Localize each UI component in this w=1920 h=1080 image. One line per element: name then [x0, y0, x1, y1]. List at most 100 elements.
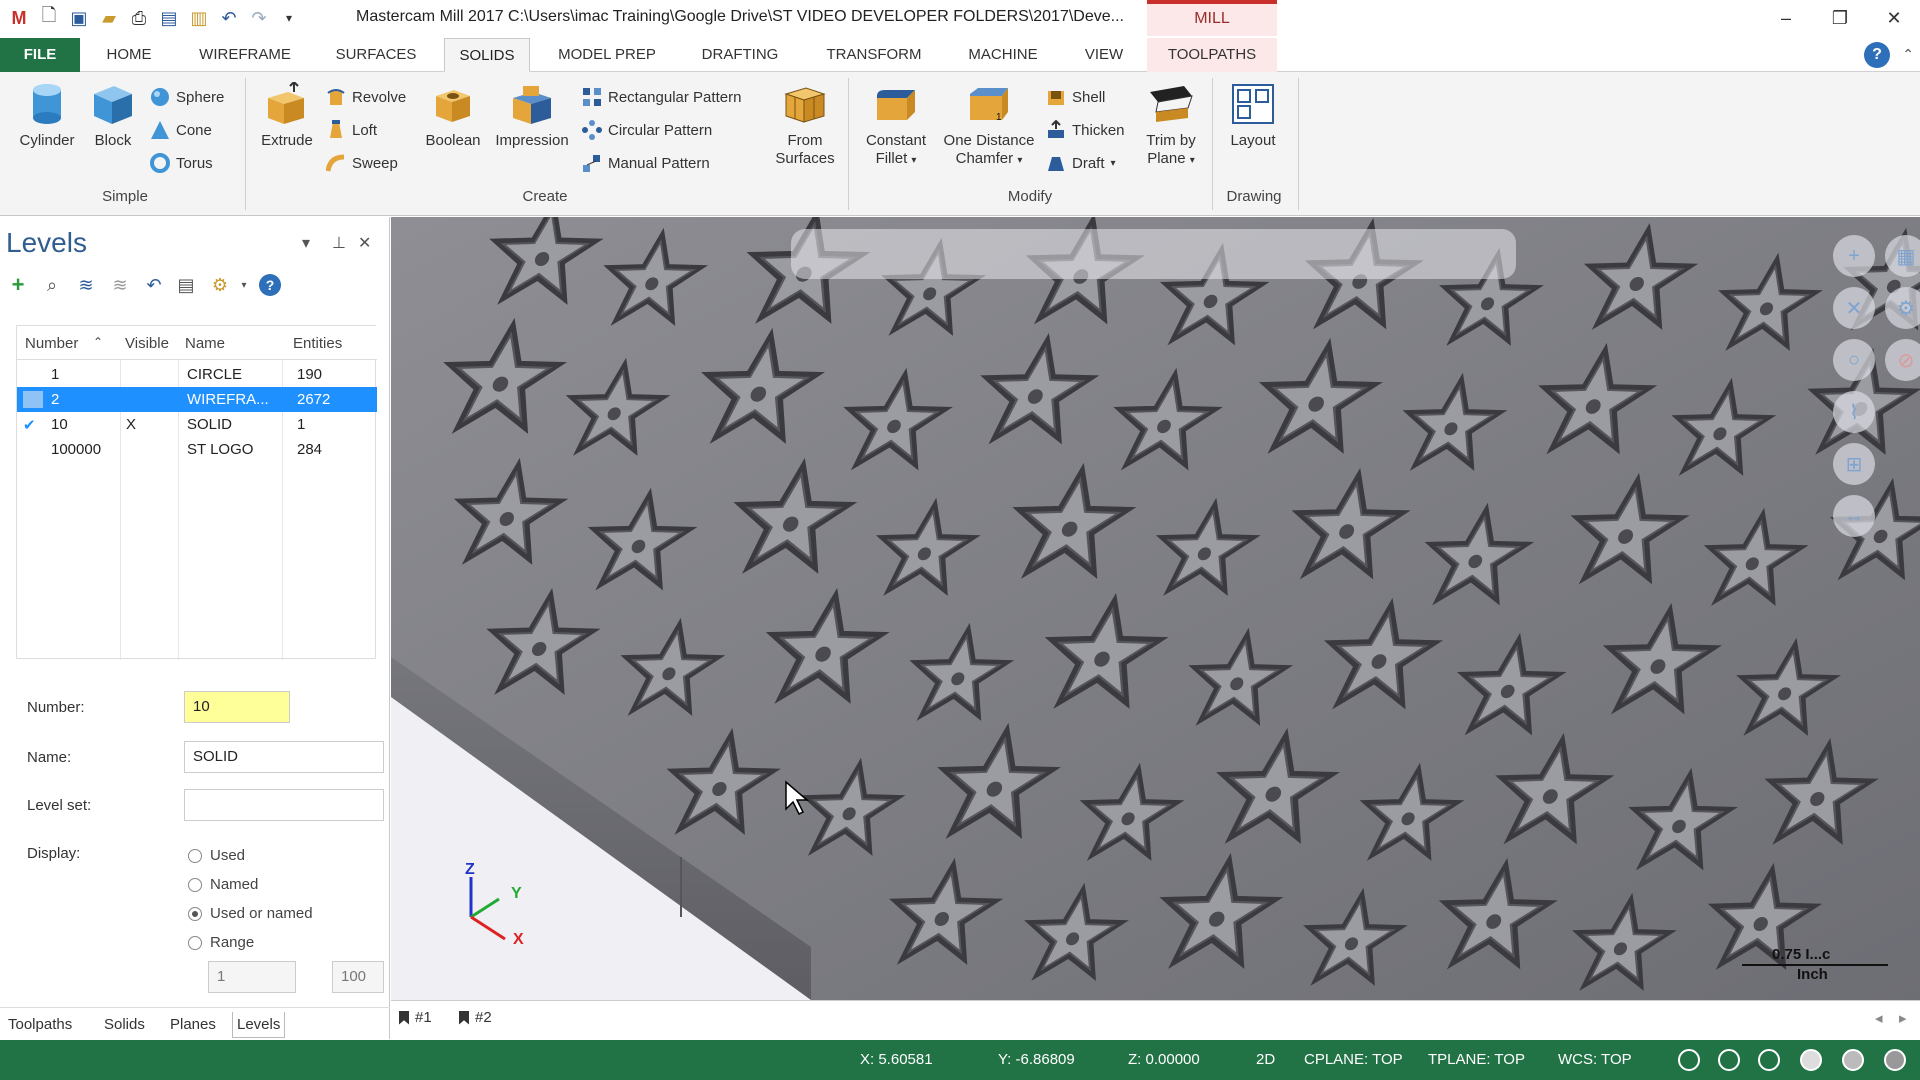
tab-solids[interactable]: SOLIDS [444, 38, 530, 72]
open-file-icon[interactable]: ▰ [94, 3, 124, 33]
tab-transform[interactable]: TRANSFORM [814, 38, 934, 72]
panel-help-icon[interactable]: ? [258, 273, 282, 297]
scroll-right-icon[interactable]: ▸ [1899, 1009, 1907, 1027]
extrude-button[interactable]: Extrude [252, 80, 322, 150]
circle-snap-icon[interactable]: ○ [1833, 339, 1875, 381]
rectangular-pattern-button[interactable]: Rectangular Pattern [582, 84, 741, 110]
tab-surfaces[interactable]: SURFACES [326, 38, 426, 72]
tab-view[interactable]: VIEW [1072, 38, 1136, 72]
level-list-icon[interactable]: ▤ [174, 273, 198, 297]
material-view-icon[interactable] [1842, 1049, 1864, 1071]
undo-icon[interactable]: ↶ [214, 3, 244, 33]
cone-button[interactable]: Cone [150, 117, 212, 143]
tab-wireframe[interactable]: WIREFRAME [188, 38, 302, 72]
radio-range[interactable]: Range [188, 934, 254, 951]
shell-button[interactable]: Shell [1046, 84, 1105, 110]
block-button[interactable]: Block [82, 82, 144, 150]
minimize-icon[interactable]: – [1758, 0, 1814, 36]
point-icon[interactable]: ✕ [1833, 287, 1875, 329]
table-row-main-level[interactable]: ✔ 10 X SOLID 1 [17, 412, 377, 437]
table-row[interactable]: 100000 ST LOGO 284 [17, 437, 377, 462]
new-file-icon[interactable]: 🗋 [34, 3, 64, 33]
impression-button[interactable]: Impression [490, 82, 574, 150]
merge-icon[interactable]: ▥ [184, 3, 214, 33]
tab-file[interactable]: FILE [0, 38, 80, 72]
measure-icon[interactable]: ↔ [1833, 495, 1875, 537]
constant-fillet-button[interactable]: Constant Fillet ▾ [858, 82, 934, 170]
panel-dropdown-icon[interactable]: ▾ [302, 233, 310, 253]
tab-toolpaths[interactable]: TOOLPATHS [1147, 38, 1277, 72]
viewsheet-2[interactable]: #2 [459, 1009, 492, 1026]
floating-view-toolbar[interactable] [791, 229, 1516, 279]
help-icon[interactable]: ? [1864, 42, 1890, 68]
redo-icon[interactable]: ↷ [244, 3, 274, 33]
restore-icon[interactable]: ❐ [1812, 0, 1868, 36]
snap-settings-icon[interactable]: ⚙ [1885, 287, 1920, 329]
column-header-visible[interactable]: Visible [125, 335, 169, 352]
one-distance-chamfer-button[interactable]: 1 One Distance Chamfer ▾ [936, 82, 1042, 170]
graphics-viewport[interactable]: Z Y X + ▦ ✕ ⚙ ○ ⊘ ⌇ ⊞ ↔ 0.75 I...c Inch [391, 217, 1920, 1000]
mode-2d[interactable]: 2D [1256, 1051, 1275, 1068]
from-surfaces-button[interactable]: From Surfaces [770, 82, 840, 168]
manager-tab-solids[interactable]: Solids [100, 1012, 149, 1038]
collapse-ribbon-icon[interactable]: ⌃ [1902, 46, 1914, 63]
column-header-name[interactable]: Name [185, 335, 225, 352]
layout-button[interactable]: Layout [1218, 82, 1288, 150]
cylinder-button[interactable]: Cylinder [12, 82, 82, 150]
cplane-status[interactable]: CPLANE: TOP [1304, 1051, 1403, 1068]
wcs-status[interactable]: WCS: TOP [1558, 1051, 1632, 1068]
number-field[interactable]: 10 [184, 691, 290, 723]
thicken-button[interactable]: Thicken [1046, 117, 1125, 143]
print-icon[interactable]: ⎙ [124, 3, 154, 33]
save-as-icon[interactable]: ▤ [154, 3, 184, 33]
torus-button[interactable]: Torus [150, 150, 213, 176]
shaded-view-icon[interactable] [1758, 1049, 1780, 1071]
all-levels-on-icon[interactable]: ≋ [74, 273, 98, 297]
curve-icon[interactable]: ⌇ [1833, 391, 1875, 433]
customize-qat-icon[interactable]: ▾ [274, 3, 304, 33]
settings-gear-icon[interactable]: ⚙ [208, 273, 232, 297]
section-view-icon[interactable]: ⊞ [1833, 443, 1875, 485]
add-view-icon[interactable]: + [1833, 235, 1875, 277]
range-to-field[interactable]: 100 [332, 961, 384, 993]
solid-model-view[interactable] [391, 217, 1920, 1000]
level-set-field[interactable] [184, 789, 384, 821]
grid-icon[interactable]: ▦ [1885, 235, 1920, 277]
table-row[interactable]: 1 CIRCLE 190 [17, 362, 377, 387]
y-coordinate[interactable]: Y: -6.86809 [998, 1051, 1075, 1068]
column-header-entities[interactable]: Entities [293, 335, 342, 352]
trim-by-plane-button[interactable]: Trim by Plane ▾ [1136, 82, 1206, 170]
name-field[interactable]: SOLID [184, 741, 384, 773]
radio-used[interactable]: Used [188, 847, 245, 864]
manager-tab-planes[interactable]: Planes [166, 1012, 220, 1038]
solid-view-icon[interactable] [1800, 1049, 1822, 1071]
wireframe-view-icon[interactable] [1718, 1049, 1740, 1071]
panel-close-icon[interactable]: ✕ [358, 233, 371, 253]
draft-button[interactable]: Draft ▾ [1046, 150, 1116, 176]
mastercam-logo-icon[interactable]: M [4, 3, 34, 33]
manual-pattern-button[interactable]: Manual Pattern [582, 150, 710, 176]
tplane-status[interactable]: TPLANE: TOP [1428, 1051, 1525, 1068]
tab-drafting[interactable]: DRAFTING [690, 38, 790, 72]
scroll-left-icon[interactable]: ◂ [1875, 1009, 1883, 1027]
loft-button[interactable]: Loft [326, 117, 377, 143]
save-icon[interactable]: ▣ [64, 3, 94, 33]
row-visible[interactable]: X [126, 416, 136, 433]
manager-tab-levels[interactable]: Levels [232, 1012, 286, 1038]
translucency-icon[interactable] [1884, 1049, 1906, 1071]
boolean-button[interactable]: Boolean [418, 82, 488, 150]
settings-dropdown-icon[interactable]: ▾ [232, 273, 256, 297]
x-coordinate[interactable]: X: 5.60581 [860, 1051, 933, 1068]
pin-icon[interactable]: ⊥ [332, 233, 346, 253]
manager-tab-toolpaths[interactable]: Toolpaths [4, 1012, 76, 1038]
z-coordinate[interactable]: Z: 0.00000 [1128, 1051, 1200, 1068]
find-level-icon[interactable]: ⌕ [40, 273, 64, 297]
sweep-button[interactable]: Sweep [325, 150, 398, 176]
refresh-icon[interactable]: ↶ [142, 273, 166, 297]
revolve-button[interactable]: Revolve [326, 84, 406, 110]
all-levels-off-icon[interactable]: ≋ [108, 273, 132, 297]
column-header-number[interactable]: Number [25, 335, 78, 352]
viewsheet-1[interactable]: #1 [399, 1009, 432, 1026]
tab-model-prep[interactable]: MODEL PREP [548, 38, 666, 72]
circular-pattern-button[interactable]: Circular Pattern [582, 117, 712, 143]
